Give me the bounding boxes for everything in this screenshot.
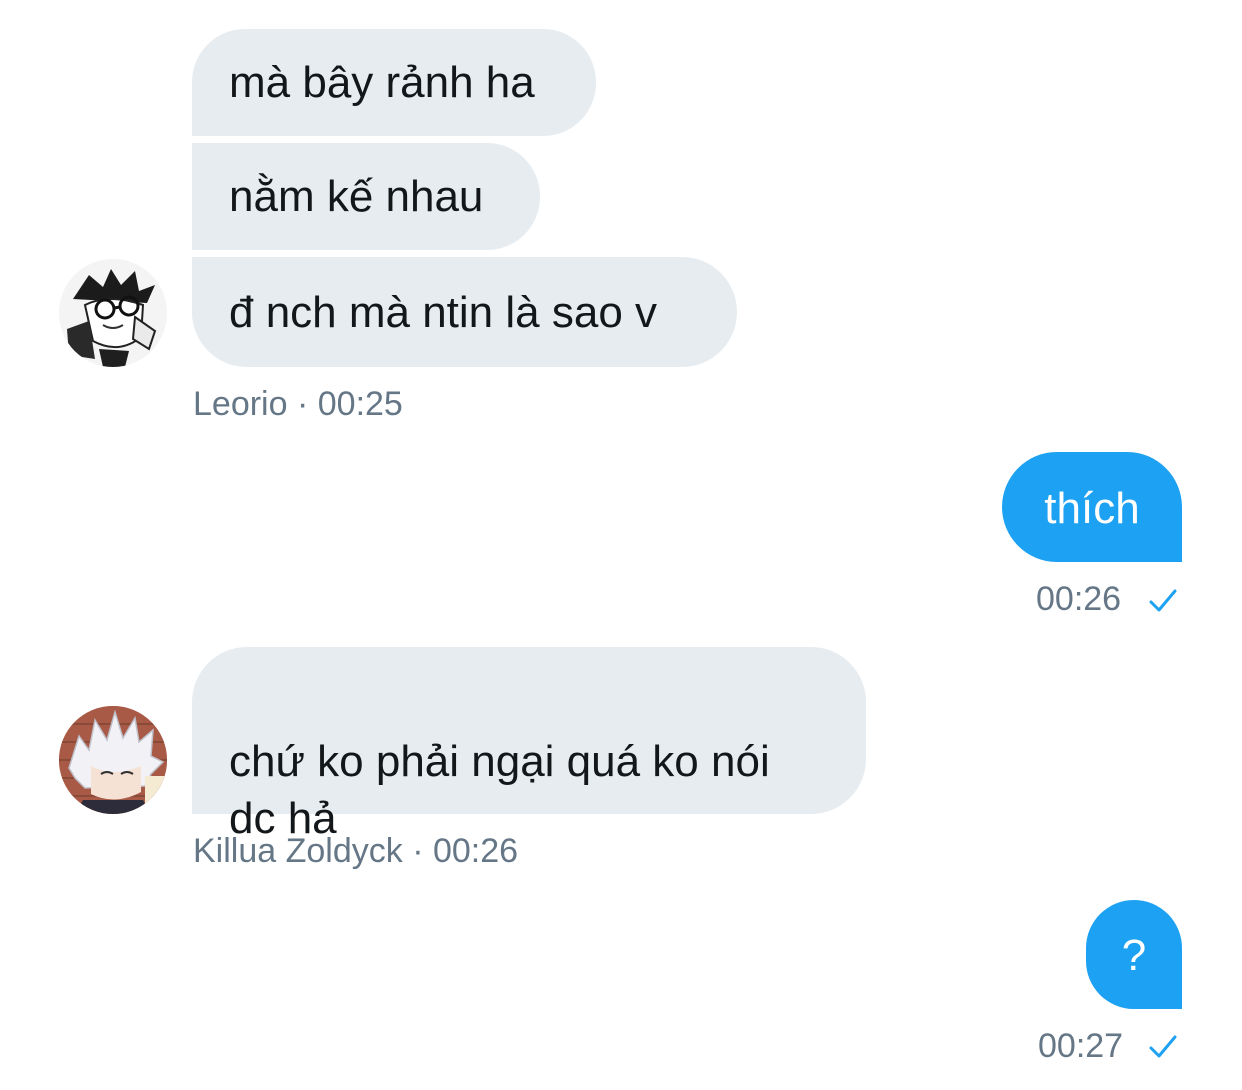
- meta-separator: ·: [412, 832, 424, 870]
- message-bubble-incoming[interactable]: chứ ko phải ngại quá ko nói dc hả: [192, 647, 866, 843]
- leorio-portrait-icon: [59, 259, 167, 367]
- message-text: ?: [1121, 931, 1147, 980]
- checkmark-icon: [1149, 1035, 1177, 1058]
- message-text: mà bây rảnh ha: [229, 58, 535, 107]
- message-meta: Killua Zoldyck · 00:26: [193, 831, 518, 871]
- message-meta: 00:26: [1036, 579, 1121, 619]
- checkmark-icon: [1149, 589, 1177, 612]
- avatar-killua[interactable]: [59, 706, 167, 814]
- message-text: đ nch mà ntin là sao v: [229, 288, 658, 337]
- message-text: thích: [1044, 484, 1140, 533]
- message-meta: Leorio · 00:25: [193, 384, 403, 424]
- message-bubble-incoming[interactable]: nằm kế nhau: [192, 143, 540, 250]
- message-bubble-incoming[interactable]: mà bây rảnh ha: [192, 29, 596, 136]
- message-bubble-incoming[interactable]: đ nch mà ntin là sao v: [192, 257, 737, 367]
- message-time: 00:26: [1036, 580, 1122, 618]
- message-time: 00:26: [432, 832, 519, 870]
- sender-name: Killua Zoldyck: [193, 832, 403, 870]
- message-bubble-outgoing[interactable]: thích: [1002, 452, 1182, 562]
- message-meta: 00:27: [1038, 1026, 1123, 1066]
- killua-portrait-icon: [59, 706, 167, 814]
- message-bubble-outgoing[interactable]: ?: [1086, 900, 1182, 1009]
- meta-separator: ·: [296, 385, 309, 423]
- message-text: chứ ko phải ngại quá ko nói dc hả: [229, 737, 770, 843]
- message-text: nằm kế nhau: [229, 172, 484, 221]
- message-time: 00:25: [317, 385, 403, 423]
- message-time: 00:27: [1038, 1027, 1124, 1065]
- sender-name: Leorio: [193, 385, 288, 423]
- avatar-leorio[interactable]: [59, 259, 167, 367]
